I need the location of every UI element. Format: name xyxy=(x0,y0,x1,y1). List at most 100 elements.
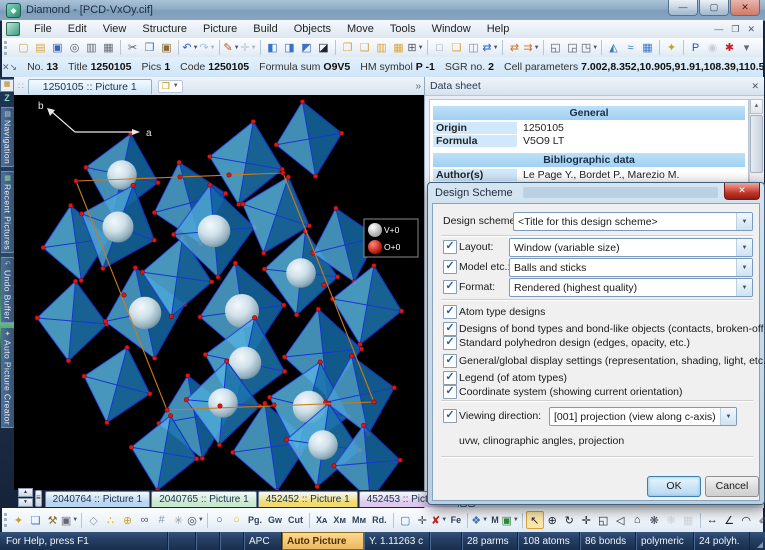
scroll-thumb[interactable] xyxy=(750,115,763,173)
mdi-minimize-icon[interactable]: — xyxy=(714,24,723,35)
layout-checkbox[interactable]: ✓ xyxy=(443,240,457,254)
option-checkbox-2[interactable]: ✓ xyxy=(443,336,457,350)
move-all-icon[interactable]: ✛ xyxy=(414,512,431,529)
dialog-title-bar[interactable]: Design Scheme ✕ xyxy=(428,183,764,203)
chevron-down-icon[interactable]: ▼ xyxy=(736,259,752,276)
paste-icon[interactable]: ▣ xyxy=(158,39,175,56)
picture-lock-icon[interactable]: ◫ xyxy=(465,39,482,56)
modeletc-checkbox[interactable]: ✓ xyxy=(443,260,457,274)
menu-item-tools[interactable]: Tools xyxy=(382,21,424,37)
minimize-button[interactable]: — xyxy=(668,0,698,16)
picture-menu-icon[interactable]: ▣▼ xyxy=(61,512,78,529)
toolbar-options-icon[interactable]: ▾ xyxy=(738,39,755,56)
cancel-button[interactable]: Cancel xyxy=(705,476,759,497)
angle-icon[interactable]: ∠ xyxy=(721,512,738,529)
viewing-direction-combobox[interactable]: [001] projection (view along c-axis) ▼ xyxy=(549,407,737,426)
picture-tab[interactable]: 452452 :: Picture 1 xyxy=(258,491,358,507)
tab-list-button[interactable]: ≡ xyxy=(35,490,42,507)
maximize-button[interactable]: ▢ xyxy=(699,0,729,16)
menu-item-move[interactable]: Move xyxy=(339,21,382,37)
rd-button[interactable]: Rd. xyxy=(369,515,390,525)
tilt-icon[interactable]: ⌂ xyxy=(629,512,646,529)
menu-item-edit[interactable]: Edit xyxy=(60,21,95,37)
sidebar-tab-undo-buffer[interactable]: ↶Undo Buffer xyxy=(1,257,15,323)
window-black-icon[interactable]: ◪ xyxy=(315,39,332,56)
redo-icon[interactable]: ↷▼ xyxy=(199,39,216,56)
destroy-icon[interactable]: ✘▼ xyxy=(431,512,448,529)
ghost-move-icon[interactable]: ▦ xyxy=(680,512,697,529)
pointer-mode-icon[interactable]: ✛▼ xyxy=(240,39,257,56)
ghost-rotate-icon[interactable]: ❋ xyxy=(663,512,680,529)
spin-icon[interactable]: ❋ xyxy=(646,512,663,529)
scroll-up-icon[interactable]: ▲ xyxy=(750,99,763,114)
add-atom-icon[interactable]: ⊕ xyxy=(119,512,136,529)
ring-yellow-icon[interactable]: ○ xyxy=(228,512,245,529)
mdi-close-icon[interactable]: ✕ xyxy=(747,24,755,35)
picture-green-icon[interactable]: ▣▼ xyxy=(502,512,519,529)
close-icon[interactable]: ✕ xyxy=(751,81,759,92)
menu-item-build[interactable]: Build xyxy=(245,21,285,37)
wizard-icon[interactable]: ✦ xyxy=(663,39,680,56)
chart-histogram-icon[interactable]: ◭ xyxy=(605,39,622,56)
option-checkbox-5[interactable]: ✓ xyxy=(443,385,457,399)
close-icon[interactable]: ✕ xyxy=(2,62,10,73)
cut-range-button[interactable]: Cut xyxy=(285,515,306,525)
window-tile-icon[interactable]: ◧ xyxy=(264,39,281,56)
move-icon[interactable]: ✛ xyxy=(578,512,595,529)
find-icon[interactable]: ◎ xyxy=(66,39,83,56)
photo-icon[interactable]: ◉ xyxy=(704,39,721,56)
chevron-down-icon[interactable]: ▼ xyxy=(736,213,752,230)
auto-picture-icon[interactable]: ✦ xyxy=(10,512,27,529)
blank-picture-icon[interactable]: □ xyxy=(431,39,448,56)
layout-split-icon[interactable]: ◳▼ xyxy=(581,39,598,56)
chevron-down-icon[interactable]: ▼ xyxy=(736,239,752,256)
mm-button[interactable]: Mᴍ xyxy=(349,515,369,525)
picture-tab[interactable]: 2040765 :: Picture 1 xyxy=(151,491,257,507)
undo-icon[interactable]: ↶▼ xyxy=(182,39,199,56)
option-checkbox-0[interactable]: ✓ xyxy=(443,305,457,319)
distance-icon[interactable]: ↔ xyxy=(704,512,721,529)
structure-canvas[interactable]: abV+0O+0 xyxy=(14,95,424,490)
option-checkbox-4[interactable]: ✓ xyxy=(443,371,457,385)
polyhedron-icon[interactable]: ◇ xyxy=(85,512,102,529)
layout-combobox[interactable]: Window (variable size)▼ xyxy=(509,238,753,257)
grid-icon[interactable]: ⊞▼ xyxy=(407,39,424,56)
xm-button[interactable]: Xᴍ xyxy=(330,515,349,525)
powder-pattern-icon[interactable]: P xyxy=(687,39,704,56)
properties-pen-icon[interactable]: ✐ xyxy=(755,512,765,529)
picture-table-icon[interactable]: ▦ xyxy=(390,39,407,56)
fragment-icon[interactable]: ✳ xyxy=(170,512,187,529)
resize-grip[interactable]: ◢ xyxy=(750,532,765,550)
open-icon[interactable]: ▤ xyxy=(32,39,49,56)
close-button[interactable]: ✕ xyxy=(730,0,760,16)
swap-structure-icon[interactable]: ⇄ xyxy=(506,39,523,56)
tab-spinner[interactable]: ▲▼ xyxy=(18,488,33,507)
format-checkbox[interactable]: ✓ xyxy=(443,280,457,294)
molecule-button[interactable]: M xyxy=(488,515,502,525)
packing-range-button[interactable]: Pg. xyxy=(245,515,265,525)
data-table-icon[interactable]: ▦ xyxy=(639,39,656,56)
rotate-icon[interactable]: ↻ xyxy=(561,512,578,529)
dialog-close-button[interactable]: ✕ xyxy=(724,183,760,200)
chart-curve-icon[interactable]: ≈ xyxy=(622,39,639,56)
build-tools-icon[interactable]: ⚒ xyxy=(44,512,61,529)
sidebar-tab-recent-pictures[interactable]: ▦Recent Pictures xyxy=(1,171,15,253)
modeletc-combobox[interactable]: Balls and sticks▼ xyxy=(509,258,753,277)
cut-icon[interactable]: ✂ xyxy=(124,39,141,56)
toolbar-handle[interactable] xyxy=(4,513,7,527)
new-document-icon[interactable]: ▢ xyxy=(15,39,32,56)
option-checkbox-1[interactable]: ✓ xyxy=(443,322,457,336)
menu-item-objects[interactable]: Objects xyxy=(286,21,339,37)
sidebar-tab-auto-picture-creator[interactable]: ✦Auto Picture Creator xyxy=(1,327,15,428)
new-picture-icon[interactable]: ❏ xyxy=(448,39,465,56)
tab-overflow-icon[interactable]: » xyxy=(415,81,421,92)
picture-tab[interactable]: 2040764 :: Picture 1 xyxy=(45,491,151,507)
torsion-icon[interactable]: ◠ xyxy=(738,512,755,529)
chevron-down-icon[interactable]: ▼ xyxy=(720,408,736,425)
print-preview-icon[interactable]: ▥ xyxy=(83,39,100,56)
window-restore-icon[interactable]: ◩ xyxy=(298,39,315,56)
ring-blue-icon[interactable]: ○ xyxy=(211,512,228,529)
menu-item-structure[interactable]: Structure xyxy=(134,21,195,37)
layout-left-icon[interactable]: ◱ xyxy=(547,39,564,56)
video-icon[interactable]: ✱ xyxy=(721,39,738,56)
